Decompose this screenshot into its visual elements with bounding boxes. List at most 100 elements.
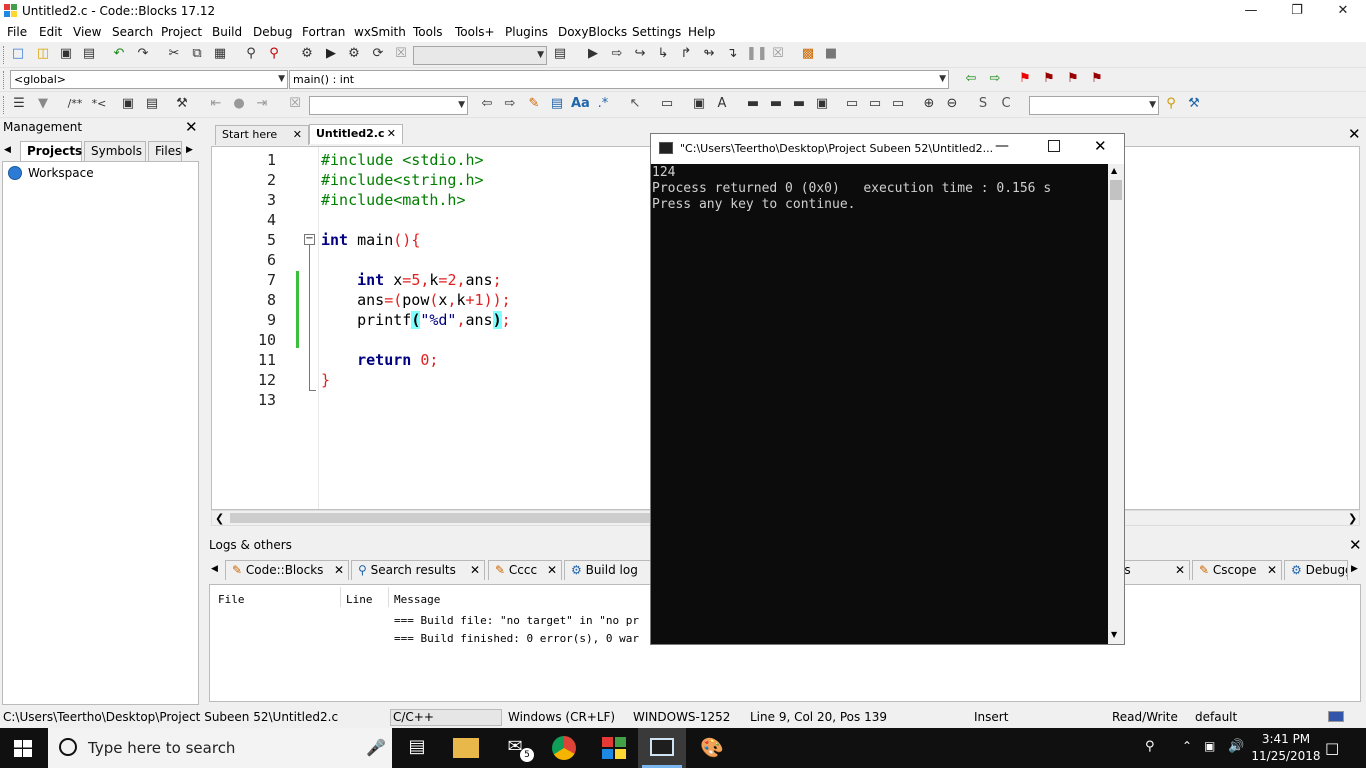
network-icon[interactable]: ▣ [1204,739,1215,753]
toolbar-grip[interactable] [3,71,7,89]
shape-4-icon[interactable]: ▣ [813,95,831,113]
highlight-icon[interactable]: ✎ [525,95,543,113]
select-target-icon[interactable]: ▤ [551,45,569,63]
logs-tab-cccc[interactable]: ✎ Cccc ✕ [488,560,562,580]
doxy-extract-icon[interactable]: ▼ [34,95,52,113]
scroll-down-icon[interactable]: ▼ [1111,630,1117,639]
scroll-up-icon[interactable]: ▲ [1111,166,1117,175]
build-gear-icon[interactable]: ⚙ [298,45,316,63]
close-tab-icon[interactable]: ✕ [547,561,557,579]
tab-scroll-left-icon[interactable]: ◀ [4,145,11,155]
find-icon[interactable]: ⚲ [242,45,260,63]
next-line-icon[interactable]: ↪ [631,45,649,63]
clear-bookmarks-icon[interactable]: ⚑ [1088,70,1106,88]
select-all-icon[interactable]: ▤ [548,95,566,113]
match-case-icon[interactable]: Aa [571,95,590,113]
menu-build[interactable]: Build [212,25,242,39]
close-tab-icon[interactable]: ✕ [470,561,480,579]
chrome-icon[interactable] [552,736,576,760]
logs-tab-left-icon[interactable]: ◀ [211,564,218,574]
menu-view[interactable]: View [73,25,101,39]
workspace-item[interactable]: Workspace [28,166,94,180]
doxy-wizard-icon[interactable]: ☰ [10,95,28,113]
menu-help[interactable]: Help [688,25,715,39]
new-file-icon[interactable]: □ [9,45,27,63]
replace-icon[interactable]: ⚲ [265,45,283,63]
save-all-icon[interactable]: ▤ [80,45,98,63]
run-icon[interactable]: ▶ [322,45,340,63]
zoom-in-icon[interactable]: ⊕ [920,95,938,113]
arrow-right-icon[interactable]: ⇨ [501,95,519,113]
shape-6-icon[interactable]: ▭ [866,95,884,113]
scope-select[interactable]: <global> ▼ [10,70,288,89]
menu-wxsmith[interactable]: wxSmith [354,25,406,39]
file-explorer-icon[interactable] [453,738,479,758]
search-symbol-icon[interactable]: ⚲ [1162,95,1180,113]
debug-windows-icon[interactable]: ▩ [799,45,817,63]
close-logs-icon[interactable]: ✕ [1349,536,1362,554]
build-target-select[interactable]: ▼ [413,46,547,65]
scroll-left-icon[interactable]: ❮ [215,512,224,525]
image-tool-icon[interactable]: ▣ [690,95,708,113]
menu-edit[interactable]: Edit [39,25,62,39]
paste-icon[interactable]: ▦ [211,45,229,63]
step-forward-icon[interactable]: ⇥ [253,95,271,113]
tab-files[interactable]: Files [148,141,182,161]
s-tool-icon[interactable]: S [974,95,992,113]
close-panel-icon[interactable]: ✕ [185,118,198,136]
taskbar-search-box[interactable]: Type here to search 🎤 [48,728,392,768]
clock-time[interactable]: 3:41 PM [1256,732,1316,746]
block-comment-icon[interactable]: /** [64,95,86,113]
close-tab-icon[interactable]: ✕ [1175,561,1185,579]
toggle-bookmark-icon[interactable]: ⚑ [1016,70,1034,88]
rect-tool-icon[interactable]: ▭ [658,95,676,113]
tab-symbols[interactable]: Symbols [84,141,146,161]
menu-debug[interactable]: Debug [253,25,292,39]
tray-chevron-up-icon[interactable]: ⌃ [1182,739,1192,753]
doxy-chm-icon[interactable]: ▤ [143,95,161,113]
log-message-row[interactable]: === Build finished: 0 error(s), 0 war [394,632,639,645]
column-file[interactable]: File [218,593,245,606]
copy-icon[interactable]: ⧉ [188,45,206,63]
console-scrollbar[interactable]: ▲ ▼ [1108,164,1124,644]
close-tab-icon[interactable]: ✕ [1267,561,1277,579]
menu-search[interactable]: Search [112,25,153,39]
microphone-icon[interactable]: 🎤 [366,738,386,757]
save-icon[interactable]: ▣ [57,45,75,63]
paint-icon[interactable]: 🎨 [699,736,725,760]
next-bookmark-icon[interactable]: ⚑ [1064,70,1082,88]
redo-icon[interactable]: ↷ [134,45,152,63]
shape-7-icon[interactable]: ▭ [889,95,907,113]
logs-tab-build-log[interactable]: ⚙ Build log [564,560,652,580]
run-to-cursor-icon[interactable]: ⇨ [608,45,626,63]
log-message-row[interactable]: === Build file: "no target" in "no pr [394,614,639,627]
tab-start-here[interactable]: Start here ✕ [215,125,309,145]
select-pointer-icon[interactable]: ↖ [626,95,644,113]
various-info-icon[interactable]: ■ [822,45,840,63]
console-close-button[interactable]: ✕ [1094,137,1107,155]
step-instruction-icon[interactable]: ↴ [723,45,741,63]
column-line[interactable]: Line [346,593,373,606]
function-select[interactable]: main() : int ▼ [289,70,949,89]
jump-back-icon[interactable]: ⇦ [962,70,980,88]
build-run-icon[interactable]: ⚙ [345,45,363,63]
close-editor-icon[interactable]: ✕ [1348,125,1361,143]
scroll-thumb[interactable] [230,513,650,523]
restore-button[interactable]: ❐ [1274,0,1320,22]
toolbar-grip[interactable] [3,46,7,64]
search-combo[interactable]: ▼ [309,96,468,115]
step-back-icon[interactable]: ⇤ [207,95,225,113]
fold-minus-icon[interactable]: − [304,234,315,245]
shape-5-icon[interactable]: ▭ [843,95,861,113]
logs-tab-codeblocks[interactable]: ✎ Code::Blocks ✕ [225,560,349,580]
pause-icon[interactable]: ❚❚ [746,45,768,63]
step-into-icon[interactable]: ↳ [654,45,672,63]
stop-debug-icon[interactable]: ☒ [769,45,787,63]
tab-scroll-right-icon[interactable]: ▶ [186,145,193,155]
settings-tool-icon[interactable]: ⚒ [1185,95,1203,113]
clear-icon[interactable]: ☒ [286,95,304,113]
shape-3-icon[interactable]: ▬ [790,95,808,113]
tab-projects[interactable]: Projects [20,141,82,161]
menu-doxyblocks[interactable]: DoxyBlocks [558,25,627,39]
zoom-out-icon[interactable]: ⊖ [943,95,961,113]
